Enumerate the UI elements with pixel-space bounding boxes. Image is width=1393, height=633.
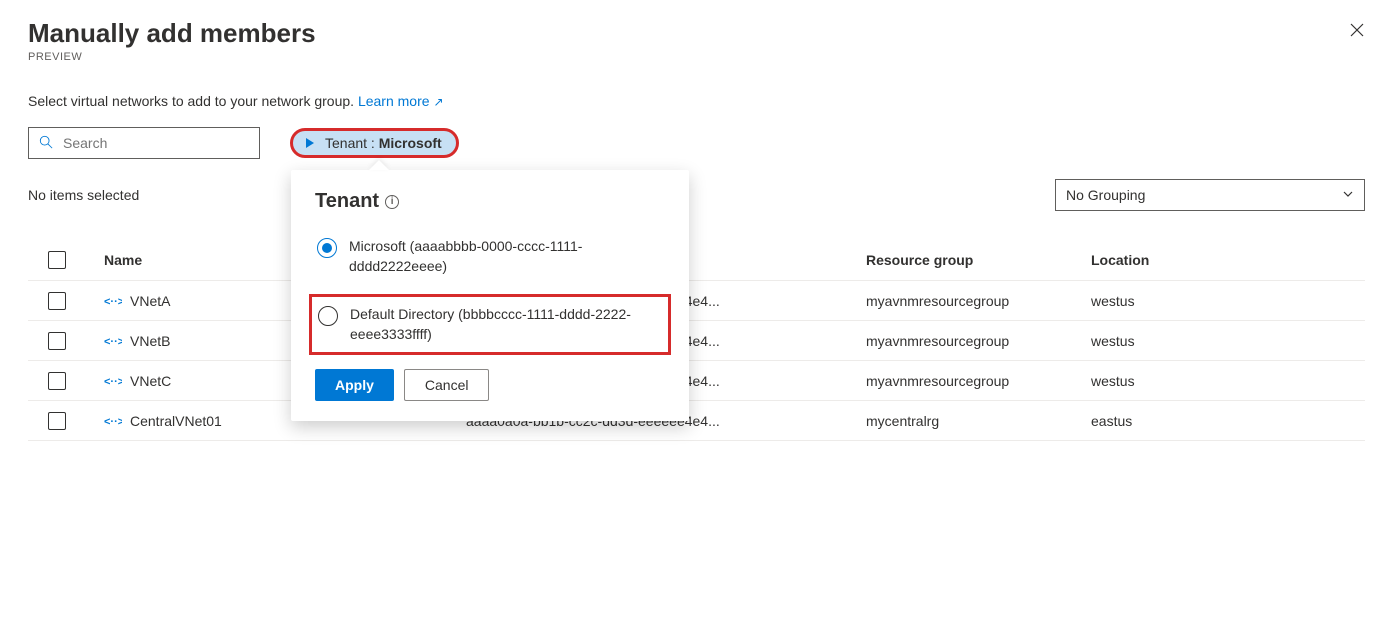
row-resource-group: myavnmresourcegroup: [866, 293, 1091, 309]
search-box[interactable]: [28, 127, 260, 159]
row-location: westus: [1091, 333, 1341, 349]
table-row[interactable]: <··> VNetC aaaa0a0a-bb1b-cc2c-dd3d-eeeee…: [28, 361, 1365, 401]
row-resource-group: myavnmresourcegroup: [866, 373, 1091, 389]
col-header-location[interactable]: Location: [1091, 252, 1341, 268]
info-icon[interactable]: i: [385, 195, 399, 209]
svg-text:<··>: <··>: [104, 376, 122, 387]
status-row: No items selected No Grouping: [28, 179, 1365, 211]
tenant-icon: [299, 133, 319, 153]
row-name: VNetB: [130, 333, 170, 349]
chevron-down-icon: [1342, 188, 1354, 203]
close-button[interactable]: [1349, 22, 1365, 42]
tenant-option-default-directory[interactable]: Default Directory (bbbbcccc-1111-dddd-22…: [309, 294, 671, 355]
row-resource-group: mycentralrg: [866, 413, 1091, 429]
row-checkbox[interactable]: [48, 372, 66, 390]
row-checkbox[interactable]: [48, 292, 66, 310]
row-name: VNetC: [130, 373, 171, 389]
apply-button[interactable]: Apply: [315, 369, 394, 401]
popup-title: Tenant i: [315, 190, 665, 213]
radio-label: Microsoft (aaaabbbb-0000-cccc-1111-dddd2…: [349, 237, 663, 276]
radio-label: Default Directory (bbbbcccc-1111-dddd-22…: [350, 305, 662, 344]
row-name: VNetA: [130, 293, 170, 309]
row-location: westus: [1091, 373, 1341, 389]
radio-button[interactable]: [318, 306, 338, 326]
popup-actions: Apply Cancel: [315, 369, 665, 401]
svg-text:<··>: <··>: [104, 336, 122, 347]
subtitle: Select virtual networks to add to your n…: [28, 93, 1365, 109]
row-location: westus: [1091, 293, 1341, 309]
popup-caret: [369, 160, 389, 170]
page-title: Manually add members: [28, 18, 1365, 49]
row-name: CentralVNet01: [130, 413, 222, 429]
close-icon: [1349, 22, 1365, 38]
selection-status: No items selected: [28, 187, 139, 203]
search-input[interactable]: [61, 134, 249, 152]
external-link-icon: ↗: [433, 95, 443, 109]
table-header-row: Name Subscription Resource group Locatio…: [28, 239, 1365, 281]
row-checkbox[interactable]: [48, 332, 66, 350]
radio-button[interactable]: [317, 238, 337, 258]
table-row[interactable]: <··> CentralVNet01 aaaa0a0a-bb1b-cc2c-dd…: [28, 401, 1365, 441]
tenant-popup: Tenant i Microsoft (aaaabbbb-0000-cccc-1…: [291, 170, 689, 421]
subtitle-text: Select virtual networks to add to your n…: [28, 93, 358, 109]
grouping-dropdown[interactable]: No Grouping: [1055, 179, 1365, 211]
vnets-table: Name Subscription Resource group Locatio…: [28, 239, 1365, 441]
svg-text:<··>: <··>: [104, 416, 122, 427]
col-header-resource-group[interactable]: Resource group: [866, 252, 1091, 268]
tenant-filter-pill[interactable]: Tenant : Microsoft: [290, 128, 459, 158]
select-all-checkbox[interactable]: [48, 251, 66, 269]
tenant-option-microsoft[interactable]: Microsoft (aaaabbbb-0000-cccc-1111-dddd2…: [315, 233, 665, 280]
vnet-icon: <··>: [104, 415, 122, 427]
row-checkbox[interactable]: [48, 412, 66, 430]
cancel-button[interactable]: Cancel: [404, 369, 490, 401]
table-row[interactable]: <··> VNetA aaaa0a0a-bb1b-cc2c-dd3d-eeeee…: [28, 281, 1365, 321]
row-resource-group: myavnmresourcegroup: [866, 333, 1091, 349]
dialog-container: Manually add members PREVIEW Select virt…: [0, 0, 1393, 633]
svg-text:<··>: <··>: [104, 296, 122, 307]
search-icon: [39, 135, 53, 152]
learn-more-link[interactable]: Learn more ↗: [358, 93, 444, 109]
vnet-icon: <··>: [104, 295, 122, 307]
vnet-icon: <··>: [104, 335, 122, 347]
table-row[interactable]: <··> VNetB aaaa0a0a-bb1b-cc2c-dd3d-eeeee…: [28, 321, 1365, 361]
preview-badge: PREVIEW: [28, 51, 1365, 63]
controls-row: Tenant : Microsoft: [28, 127, 1365, 159]
tenant-pill-text: Tenant : Microsoft: [325, 135, 442, 151]
vnet-icon: <··>: [104, 375, 122, 387]
grouping-selected-label: No Grouping: [1066, 187, 1145, 203]
row-location: eastus: [1091, 413, 1341, 429]
